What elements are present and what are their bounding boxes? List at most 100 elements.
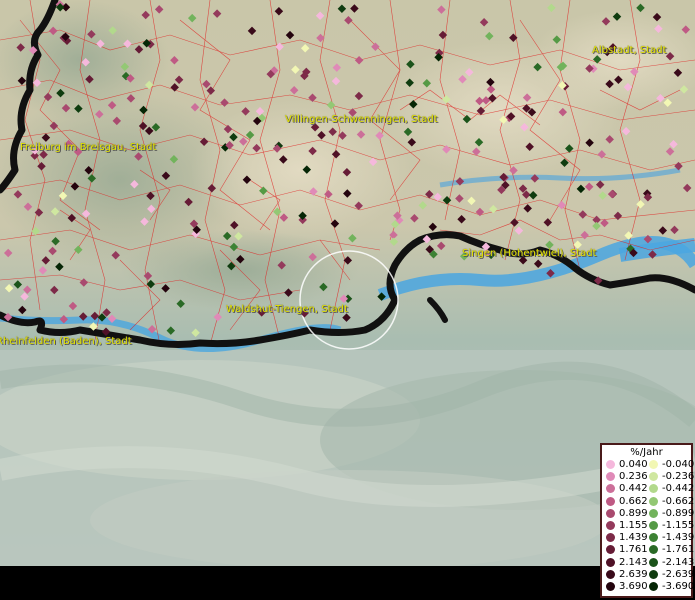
station-marker [669, 139, 678, 149]
legend-swatch-icon [649, 472, 658, 482]
legend-negative-value: -2.143 [662, 556, 695, 568]
station-marker [636, 3, 645, 13]
legend-positive-value: 0.040 [619, 459, 648, 470]
legend-positive-value: 0.236 [619, 471, 648, 483]
station-marker [510, 218, 519, 227]
station-marker [621, 126, 631, 136]
station-marker [607, 189, 617, 199]
station-marker [489, 204, 498, 214]
station-marker [455, 194, 464, 203]
station-marker [13, 280, 23, 289]
legend-swatch-icon [606, 557, 615, 567]
station-marker [437, 5, 446, 14]
legend-negative-value: -0.040 [662, 459, 695, 470]
label-waldshut-tiengen: Waldshut-Tiengen, Stadt [226, 304, 348, 315]
legend-positive-value: 1.439 [619, 532, 648, 544]
station-marker [300, 43, 310, 53]
station-marker [332, 63, 342, 72]
legend-negative-value: -1.155 [662, 520, 695, 531]
station-marker [4, 283, 14, 293]
station-marker [371, 42, 380, 52]
station-marker [595, 180, 605, 189]
legend-positive-value: 3.690 [619, 581, 648, 592]
station-marker [154, 5, 164, 14]
legend-swatch-icon [649, 496, 658, 506]
station-marker [3, 248, 13, 258]
station-marker [576, 184, 586, 194]
station-marker [682, 183, 692, 193]
station-marker [580, 230, 589, 240]
legend-swatch-icon [606, 508, 615, 518]
station-marker [543, 218, 553, 227]
station-marker [166, 326, 176, 335]
legend-negative-value: -2.639 [662, 568, 695, 580]
station-marker [479, 18, 489, 27]
station-marker [213, 312, 223, 322]
legend-swatch-icon [649, 484, 658, 494]
station-marker [475, 207, 485, 217]
legend-swatch-icon [606, 533, 615, 543]
legend-positive-value: 0.662 [619, 495, 648, 507]
station-marker [584, 182, 594, 192]
legend-swatch-icon [649, 582, 658, 591]
legend-negative-value: -3.690 [662, 581, 695, 592]
station-marker [528, 190, 538, 200]
station-marker [38, 266, 48, 275]
label-albstadt: Albstadt, Stadt [592, 45, 667, 56]
station-marker [170, 83, 179, 92]
legend-positive-value: 0.899 [619, 507, 648, 519]
station-marker [547, 3, 556, 13]
legend-positive-value: 0.442 [619, 483, 648, 495]
legend-swatch-icon [606, 460, 615, 469]
station-marker [331, 76, 341, 86]
station-marker [436, 241, 446, 251]
legend-swatch-icon [649, 533, 658, 543]
legend-swatch-icon [649, 545, 658, 555]
legend-swatch-icon [606, 472, 615, 482]
station-marker [523, 204, 532, 213]
label-singen: Singen (Hohentwiel), Stadt [462, 248, 597, 259]
station-marker [315, 11, 325, 20]
legend-positive-value: 2.639 [619, 568, 648, 580]
station-marker [202, 79, 211, 89]
station-marker [533, 259, 543, 268]
station-marker [18, 305, 27, 315]
station-marker [514, 226, 524, 235]
station-marker [344, 15, 353, 25]
station-marker [191, 328, 200, 338]
station-marker [418, 201, 428, 210]
station-marker [457, 214, 466, 224]
station-marker [274, 7, 284, 16]
legend-swatch-icon [649, 508, 658, 518]
station-marker [665, 147, 675, 156]
legend-negative-value: -0.442 [662, 483, 695, 495]
station-marker [79, 278, 89, 287]
station-marker [291, 65, 300, 74]
legend-negative-value: -0.662 [662, 495, 695, 507]
station-marker [592, 221, 601, 231]
station-marker [467, 196, 476, 206]
station-marker [578, 210, 588, 219]
legend-swatch-icon [606, 569, 615, 579]
station-marker [247, 26, 257, 36]
station-marker [670, 225, 679, 235]
station-marker [613, 211, 623, 221]
legend-positive-value: 2.143 [619, 556, 648, 568]
legend-negative-value: -0.236 [662, 471, 695, 483]
station-marker [350, 4, 359, 13]
map-view[interactable]: Albstadt, Stadt Villingen-Schwenningen, … [0, 0, 695, 566]
station-marker [658, 226, 668, 235]
station-marker [354, 56, 364, 65]
station-marker [598, 191, 607, 200]
label-freiburg: Freiburg im Breisgau, Stadt [20, 142, 157, 153]
label-rheinfelden: Rheinfelden (Baden), Stadt [0, 336, 132, 347]
station-marker [428, 222, 438, 232]
legend-swatch-icon [649, 460, 658, 469]
station-marker [50, 285, 59, 295]
legend-swatch-icon [606, 582, 615, 591]
legend-swatch-icon [606, 545, 615, 555]
legend-negative-value: -0.899 [662, 507, 695, 519]
station-marker [285, 30, 295, 40]
station-marker [187, 13, 197, 23]
station-marker [220, 98, 229, 107]
